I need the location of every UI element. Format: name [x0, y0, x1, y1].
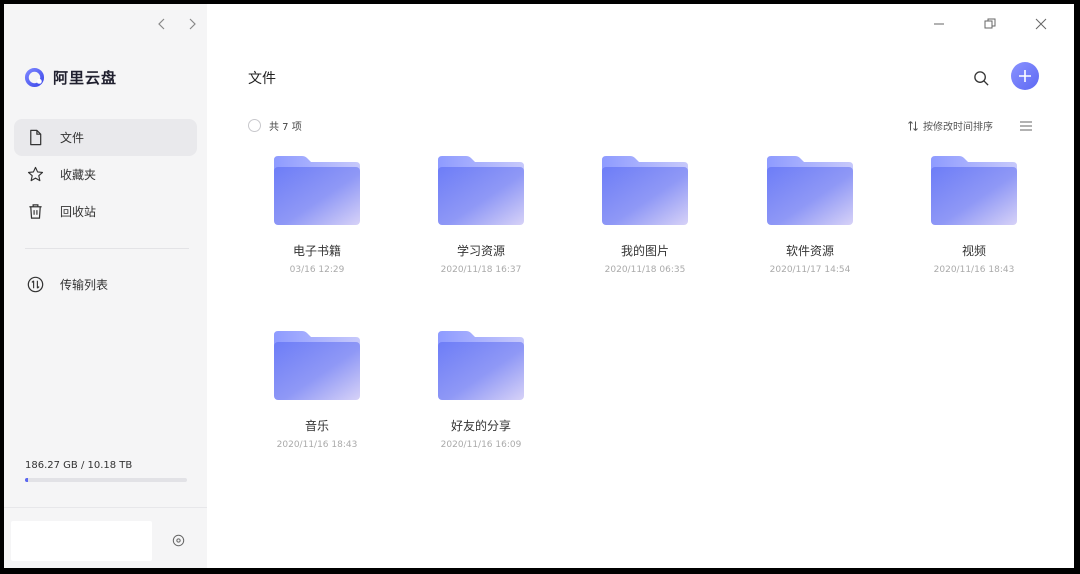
- main-content: 文件 共 7 项 按修改时间排序 电子书籍 03/16 12:29 学习资源 2…: [207, 4, 1074, 568]
- folder-name: 软件资源: [785, 244, 834, 258]
- folder-icon: [438, 156, 524, 225]
- select-all-checkbox[interactable]: [248, 119, 261, 132]
- folder-date: 2020/11/17 14:54: [769, 265, 851, 275]
- folder-icon: [931, 156, 1017, 225]
- folder-icon: [438, 331, 524, 400]
- folder-item[interactable]: 软件资源 2020/11/17 14:54: [735, 154, 885, 294]
- sidebar-item-trash[interactable]: 回收站: [14, 193, 197, 230]
- aliyun-drive-logo-icon: [24, 67, 45, 88]
- sort-label: 按修改时间排序: [923, 122, 993, 133]
- search-icon: [973, 70, 989, 86]
- sidebar-item-favorites[interactable]: 收藏夹: [14, 156, 197, 193]
- sidebar-menu: 文件 收藏夹 回收站: [14, 119, 197, 230]
- chevron-right-icon: [189, 18, 196, 30]
- sidebar-item-label: 传输列表: [60, 278, 109, 292]
- storage-usage-bar: [25, 478, 187, 482]
- folder-icon: [767, 156, 853, 225]
- folder-icon: [274, 156, 360, 225]
- folder-name: 好友的分享: [450, 419, 511, 433]
- folder-item[interactable]: 电子书籍 03/16 12:29: [242, 154, 392, 294]
- folder-name: 音乐: [304, 419, 329, 433]
- sort-button[interactable]: 按修改时间排序: [907, 118, 993, 133]
- trash-icon: [26, 203, 44, 221]
- star-icon: [26, 166, 44, 184]
- folder-name: 电子书籍: [292, 244, 341, 258]
- back-button[interactable]: [154, 16, 170, 32]
- folder-name: 学习资源: [456, 244, 505, 258]
- select-all[interactable]: 共 7 项: [248, 118, 302, 133]
- forward-button[interactable]: [184, 16, 200, 32]
- sidebar-secondary-menu: 传输列表: [14, 266, 197, 303]
- sidebar-bottom-divider: [4, 507, 207, 508]
- folder-date: 2020/11/16 18:43: [276, 440, 358, 450]
- folder-icon: [602, 156, 688, 225]
- gear-icon: [172, 534, 184, 546]
- settings-button[interactable]: [170, 532, 186, 548]
- folder-item[interactable]: 我的图片 2020/11/18 06:35: [570, 154, 720, 294]
- history-nav: [154, 16, 200, 32]
- brand: 阿里云盘: [24, 67, 117, 88]
- folder-item[interactable]: 音乐 2020/11/16 18:43: [242, 329, 392, 469]
- list-view-icon: [1020, 121, 1032, 131]
- view-mode-button[interactable]: [1018, 118, 1034, 134]
- folder-date: 2020/11/18 06:35: [604, 265, 686, 275]
- sidebar-item-label: 回收站: [60, 205, 97, 219]
- storage-usage-fill: [25, 478, 28, 482]
- add-button[interactable]: [1011, 62, 1039, 90]
- brand-name: 阿里云盘: [53, 69, 118, 87]
- file-icon: [26, 129, 44, 147]
- folder-icon: [274, 331, 360, 400]
- user-profile[interactable]: [11, 521, 152, 561]
- app-window: 阿里云盘 文件 收藏夹 回收站 传输列表 186.27 GB / 10.18 T…: [4, 4, 1074, 568]
- folder-date: 03/16 12:29: [289, 265, 345, 275]
- page-title: 文件: [248, 71, 276, 87]
- plus-icon: [1019, 70, 1031, 82]
- sidebar-item-label: 收藏夹: [60, 168, 97, 182]
- search-button[interactable]: [969, 66, 993, 90]
- folder-item[interactable]: 视频 2020/11/16 18:43: [899, 154, 1049, 294]
- folder-item[interactable]: 好友的分享 2020/11/16 16:09: [406, 329, 556, 469]
- sidebar-item-transfers[interactable]: 传输列表: [14, 266, 197, 303]
- sidebar-item-files[interactable]: 文件: [14, 119, 197, 156]
- transfer-icon: [26, 276, 44, 294]
- folder-date: 2020/11/16 16:09: [440, 440, 522, 450]
- sidebar: 阿里云盘 文件 收藏夹 回收站 传输列表 186.27 GB / 10.18 T…: [4, 4, 207, 568]
- storage-usage-text: 186.27 GB / 10.18 TB: [25, 460, 133, 471]
- chevron-left-icon: [158, 18, 165, 30]
- sidebar-item-label: 文件: [60, 131, 85, 145]
- folder-name: 视频: [961, 244, 986, 258]
- folder-name: 我的图片: [620, 244, 669, 258]
- folder-date: 2020/11/18 16:37: [440, 265, 522, 275]
- sidebar-divider: [25, 248, 189, 249]
- folder-date: 2020/11/16 18:43: [933, 265, 1015, 275]
- sort-icon: [908, 120, 918, 131]
- item-count: 共 7 项: [269, 122, 302, 133]
- folder-item[interactable]: 学习资源 2020/11/18 16:37: [406, 154, 556, 294]
